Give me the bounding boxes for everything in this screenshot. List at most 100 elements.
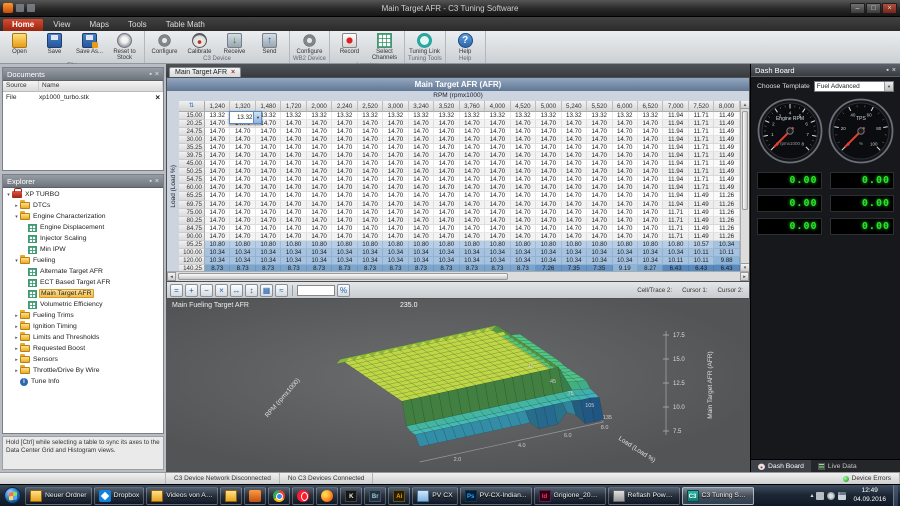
table-cell[interactable]: 10.80 (511, 241, 536, 249)
table-cell[interactable]: 14.70 (307, 120, 332, 128)
table-cell[interactable]: 14.70 (536, 233, 561, 241)
table-cell[interactable]: 14.70 (485, 192, 510, 200)
taskbar-item[interactable] (244, 487, 266, 505)
table-cell[interactable]: 14.70 (358, 233, 383, 241)
document-row[interactable]: File xp1000_turbo.stk × (3, 92, 163, 103)
table-cell[interactable]: 11.26 (714, 201, 739, 209)
table-cell[interactable]: 14.70 (205, 176, 230, 184)
table-cell[interactable]: 14.70 (434, 160, 459, 168)
table-cell[interactable]: 14.70 (332, 192, 357, 200)
table-cell[interactable]: 14.70 (638, 160, 663, 168)
tab-close-icon[interactable]: × (231, 69, 235, 76)
table-cell[interactable]: 14.70 (613, 184, 638, 192)
table-cell[interactable]: 14.70 (485, 233, 510, 241)
taskbar-item[interactable]: Ai (388, 487, 410, 505)
table-cell[interactable]: 14.70 (256, 128, 281, 136)
table-cell[interactable]: 10.34 (230, 249, 255, 257)
table-cell[interactable]: 11.71 (663, 225, 688, 233)
table-cell[interactable]: 14.70 (562, 120, 587, 128)
row-header-30[interactable]: 30.00 (179, 136, 205, 144)
table-cell[interactable]: 14.70 (638, 201, 663, 209)
table-cell[interactable]: 14.70 (205, 217, 230, 225)
tree-item-throttle-drive-by-wire[interactable]: ▸Throttle/Drive By Wire (3, 365, 163, 376)
column-header-1240[interactable]: 1,240 (205, 101, 230, 112)
table-cell[interactable]: 10.80 (485, 241, 510, 249)
table-cell[interactable]: 14.70 (230, 209, 255, 217)
table-cell[interactable]: 14.70 (613, 192, 638, 200)
table-cell[interactable]: 14.70 (230, 136, 255, 144)
table-cell[interactable]: 14.70 (485, 217, 510, 225)
table-cell[interactable]: 14.70 (332, 136, 357, 144)
table-cell[interactable]: 14.70 (205, 201, 230, 209)
table-cell[interactable]: 14.70 (536, 144, 561, 152)
calibrate-button[interactable]: Calibrate (183, 32, 216, 55)
table-cell[interactable]: 10.80 (383, 241, 408, 249)
table-cell[interactable]: 14.70 (281, 176, 306, 184)
expander-icon[interactable]: ▸ (13, 324, 20, 330)
table-cell[interactable]: 14.70 (383, 168, 408, 176)
table-cell[interactable]: 10.34 (511, 257, 536, 265)
table-cell[interactable]: 11.71 (689, 168, 714, 176)
table-cell[interactable]: 13.32 (358, 112, 383, 120)
table-cell[interactable]: 14.70 (511, 128, 536, 136)
table-cell[interactable]: 14.70 (307, 233, 332, 241)
table-cell[interactable]: 14.70 (638, 136, 663, 144)
template-select[interactable]: Fuel Advanced ▾ (814, 81, 894, 92)
table-cell[interactable]: 14.70 (409, 217, 434, 225)
table-cell[interactable]: 14.70 (230, 168, 255, 176)
table-cell[interactable]: 11.26 (714, 217, 739, 225)
column-header-5240[interactable]: 5,240 (562, 101, 587, 112)
table-cell[interactable]: 10.34 (205, 257, 230, 265)
table-cell[interactable]: 14.70 (460, 209, 485, 217)
table-cell[interactable]: 14.70 (536, 217, 561, 225)
table-cell[interactable]: 14.70 (613, 128, 638, 136)
table-cell[interactable]: 14.70 (205, 128, 230, 136)
table-cell[interactable]: 14.70 (256, 176, 281, 184)
table-cell[interactable]: 14.70 (485, 136, 510, 144)
table-cell[interactable]: 11.49 (689, 217, 714, 225)
table-cell[interactable]: 14.70 (536, 152, 561, 160)
ribbon-tab-home[interactable]: Home (3, 19, 43, 31)
table-cell[interactable]: 14.70 (434, 192, 459, 200)
table-cell[interactable]: 14.70 (358, 160, 383, 168)
table-cell[interactable]: 14.70 (460, 233, 485, 241)
table-cell[interactable]: 14.70 (434, 184, 459, 192)
table-cell[interactable]: 14.70 (536, 120, 561, 128)
tree-item-xp-turbo[interactable]: ▾XP TURBO (3, 189, 163, 200)
table-cell[interactable]: 13.32 (434, 112, 459, 120)
table-cell[interactable]: 14.70 (358, 152, 383, 160)
cell-editor[interactable]: 13.32▾ (229, 111, 262, 124)
table-cell[interactable]: 11.71 (663, 209, 688, 217)
table-cell[interactable]: 10.34 (281, 257, 306, 265)
table-cell[interactable]: 14.70 (230, 176, 255, 184)
table-cell[interactable]: 14.70 (562, 209, 587, 217)
configure-button[interactable]: Configure (293, 32, 326, 55)
taskbar-item-reflash-power[interactable]: Reflash Power... (608, 487, 680, 505)
table-cell[interactable]: 14.70 (332, 120, 357, 128)
table-cell[interactable]: 14.70 (536, 192, 561, 200)
table-cell[interactable]: 14.70 (409, 201, 434, 209)
table-cell[interactable]: 11.49 (714, 184, 739, 192)
taskbar-item[interactable]: K (340, 487, 362, 505)
table-cell[interactable]: 14.70 (562, 184, 587, 192)
table-cell[interactable]: 10.34 (613, 257, 638, 265)
table-cell[interactable]: 14.70 (281, 217, 306, 225)
table-cell[interactable]: 10.34 (205, 249, 230, 257)
table-cell[interactable]: 14.70 (638, 209, 663, 217)
table-cell[interactable]: 9.88 (714, 257, 739, 265)
table-cell[interactable]: 10.80 (256, 241, 281, 249)
decrease-button[interactable]: − (200, 284, 213, 297)
table-cell[interactable]: 14.70 (256, 136, 281, 144)
table-cell[interactable]: 11.49 (714, 160, 739, 168)
network-icon[interactable] (838, 492, 846, 500)
row-header-45[interactable]: 45.00 (179, 160, 205, 168)
table-cell[interactable]: 14.70 (638, 144, 663, 152)
table-cell[interactable]: 14.70 (587, 225, 612, 233)
table-cell[interactable]: 14.70 (562, 192, 587, 200)
multiply-button[interactable]: × (215, 284, 228, 297)
table-cell[interactable]: 11.71 (689, 184, 714, 192)
table-cell[interactable]: 10.80 (562, 241, 587, 249)
tuning-link-button[interactable]: Tuning Link (408, 32, 441, 55)
table-cell[interactable]: 14.70 (409, 128, 434, 136)
table-cell[interactable]: 11.26 (714, 192, 739, 200)
